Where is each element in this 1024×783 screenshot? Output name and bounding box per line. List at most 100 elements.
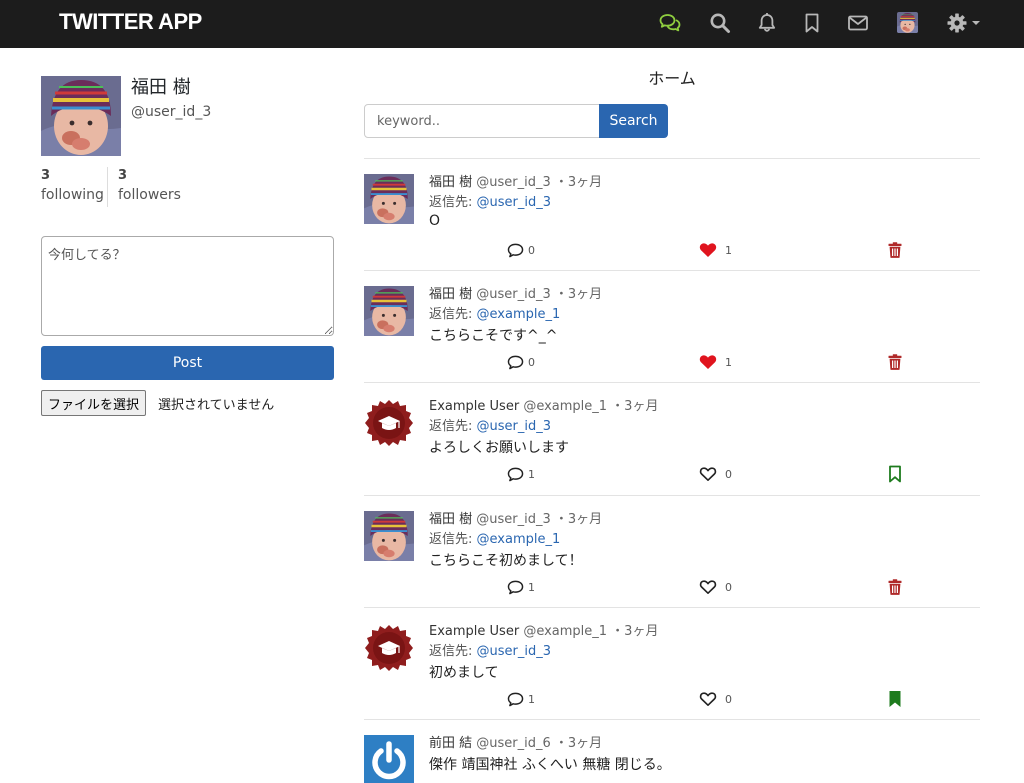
post-button[interactable]: Post xyxy=(41,346,334,380)
nav-avatar[interactable] xyxy=(897,12,918,33)
tweet[interactable]: Example User @example_1 ・3ヶ月 返信先: @user_… xyxy=(364,607,980,719)
like-button[interactable]: 1 xyxy=(699,241,732,259)
followers-stat[interactable]: 3 followers xyxy=(118,168,181,203)
compose-textarea[interactable] xyxy=(41,236,334,336)
tweet[interactable]: 福田 樹 @user_id_3 ・3ヶ月 返信先: @example_1 こちら… xyxy=(364,495,980,607)
reply-button[interactable]: 0 xyxy=(507,353,535,371)
search-input[interactable] xyxy=(364,104,600,138)
bookmark-button[interactable] xyxy=(888,690,902,708)
navbar: TWITTER APP xyxy=(0,0,1024,48)
tweet[interactable]: Example User @example_1 ・3ヶ月 返信先: @user_… xyxy=(364,382,980,494)
reply-button[interactable]: 0 xyxy=(507,241,535,259)
tweet-meta: @user_id_3 ・3ヶ月 xyxy=(476,175,603,190)
search-button[interactable]: Search xyxy=(599,104,668,138)
followers-count: 3 xyxy=(118,168,128,183)
tweet-meta: @user_id_3 ・3ヶ月 xyxy=(476,287,603,302)
reply-prefix: 返信先: xyxy=(429,419,473,434)
tweet-header: Example User @example_1 ・3ヶ月 xyxy=(429,620,658,639)
like-count: 1 xyxy=(725,355,732,369)
app-brand[interactable]: TWITTER APP xyxy=(59,9,202,35)
tweet-avatar[interactable] xyxy=(364,398,414,448)
power-icon-avatar xyxy=(364,735,414,783)
tweet-author-name[interactable]: Example User xyxy=(429,399,519,414)
tweet-meta: @user_id_6 ・3ヶ月 xyxy=(476,736,603,751)
like-count: 1 xyxy=(725,243,732,257)
gear-icon[interactable] xyxy=(945,11,969,35)
tweet-avatar[interactable] xyxy=(364,623,414,673)
trash-icon xyxy=(888,579,902,595)
tweet-meta: @user_id_3 ・3ヶ月 xyxy=(476,512,603,527)
heart-filled-icon xyxy=(699,242,717,258)
tweet-text: 傑作 靖国神社 ふくへい 無糖 閉じる。 xyxy=(429,757,671,773)
tweet-avatar[interactable] xyxy=(364,286,414,336)
mail-icon[interactable] xyxy=(846,11,870,35)
like-count: 0 xyxy=(725,580,732,594)
reply-to-link[interactable]: @example_1 xyxy=(477,307,561,322)
reply-button[interactable]: 1 xyxy=(507,578,535,596)
bell-icon[interactable] xyxy=(755,11,779,35)
comment-icon xyxy=(507,467,524,482)
tweet-text: こちらこそです^_^ xyxy=(429,328,558,344)
graduation-badge-avatar xyxy=(364,623,414,673)
reply-count: 0 xyxy=(528,243,535,257)
bookmark-icon[interactable] xyxy=(800,11,824,35)
tweet[interactable]: 福田 樹 @user_id_3 ・3ヶ月 返信先: @example_1 こちら… xyxy=(364,270,980,382)
reply-to-link[interactable]: @user_id_3 xyxy=(477,419,552,434)
page-title: ホーム xyxy=(648,69,696,88)
chevron-down-icon[interactable] xyxy=(972,21,980,25)
like-button[interactable]: 1 xyxy=(699,353,732,371)
like-button[interactable]: 0 xyxy=(699,578,732,596)
following-stat[interactable]: 3 following xyxy=(41,168,104,203)
reply-prefix: 返信先: xyxy=(429,307,473,322)
tweet-avatar[interactable] xyxy=(364,174,414,224)
tweet-author-name[interactable]: 福田 樹 xyxy=(429,287,472,302)
tweet-avatar[interactable] xyxy=(364,735,414,783)
reply-button[interactable]: 1 xyxy=(507,465,535,483)
tweet-reply-line: 返信先: @user_id_3 xyxy=(429,640,551,659)
tweet[interactable]: 福田 樹 @user_id_3 ・3ヶ月 返信先: @user_id_3 O 0… xyxy=(364,158,980,270)
graduation-badge-avatar xyxy=(364,398,414,448)
delete-button[interactable] xyxy=(888,241,902,259)
profile-avatar[interactable] xyxy=(41,76,121,156)
like-button[interactable]: 0 xyxy=(699,690,732,708)
bookmark-button[interactable] xyxy=(888,465,902,483)
tweet[interactable]: 前田 結 @user_id_6 ・3ヶ月 傑作 靖国神社 ふくへい 無糖 閉じる… xyxy=(364,719,980,783)
reply-prefix: 返信先: xyxy=(429,532,473,547)
search-icon[interactable] xyxy=(708,11,732,35)
tweet-text: よろしくお願いします xyxy=(429,440,569,456)
like-count: 0 xyxy=(725,692,732,706)
heart-filled-icon xyxy=(699,354,717,370)
tweet-author-name[interactable]: Example User xyxy=(429,624,519,639)
tweet-reply-line: 返信先: @example_1 xyxy=(429,303,560,322)
chat-bubbles-icon[interactable] xyxy=(658,11,682,35)
tweet-author-name[interactable]: 前田 結 xyxy=(429,736,472,751)
reply-to-link[interactable]: @user_id_3 xyxy=(477,195,552,210)
tweet-header: 福田 樹 @user_id_3 ・3ヶ月 xyxy=(429,508,602,527)
trash-icon xyxy=(888,354,902,370)
reply-count: 1 xyxy=(528,692,535,706)
tweet-reply-line: 返信先: @user_id_3 xyxy=(429,415,551,434)
reply-to-link[interactable]: @user_id_3 xyxy=(477,644,552,659)
tweet-avatar[interactable] xyxy=(364,511,414,561)
reply-count: 0 xyxy=(528,355,535,369)
file-status: 選択されていません xyxy=(158,398,275,413)
delete-button[interactable] xyxy=(888,353,902,371)
tweet-header: 前田 結 @user_id_6 ・3ヶ月 xyxy=(429,732,602,751)
tweet-text: O xyxy=(429,213,441,229)
file-select-button[interactable]: ファイルを選択 xyxy=(41,390,147,416)
reply-to-link[interactable]: @example_1 xyxy=(477,532,561,547)
delete-button[interactable] xyxy=(888,578,902,596)
profile-name: 福田 樹 xyxy=(131,77,191,98)
reply-prefix: 返信先: xyxy=(429,195,473,210)
like-button[interactable]: 0 xyxy=(699,465,732,483)
heart-outline-icon xyxy=(699,466,717,482)
tweet-meta: @example_1 ・3ヶ月 xyxy=(523,624,659,639)
reply-count: 1 xyxy=(528,580,535,594)
tweet-text: 初めまして xyxy=(429,665,499,681)
reply-button[interactable]: 1 xyxy=(507,690,535,708)
reply-count: 1 xyxy=(528,467,535,481)
heart-outline-icon xyxy=(699,579,717,595)
stat-divider xyxy=(107,167,108,207)
tweet-author-name[interactable]: 福田 樹 xyxy=(429,512,472,527)
tweet-author-name[interactable]: 福田 樹 xyxy=(429,175,472,190)
